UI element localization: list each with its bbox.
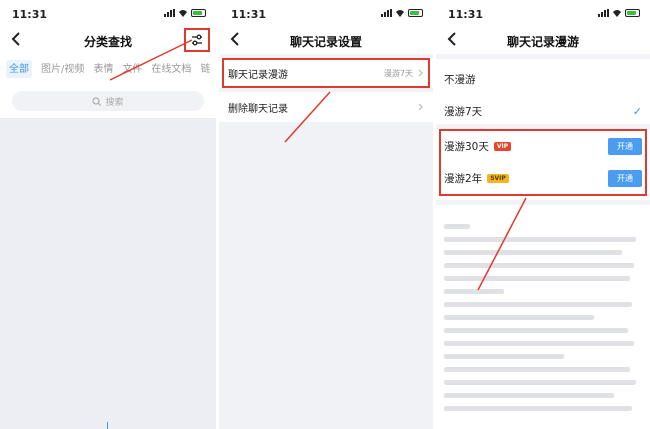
tab-files[interactable]: 文件: [122, 60, 142, 78]
search-icon: [92, 96, 102, 106]
signal-icon: [164, 9, 175, 17]
tab-images-videos[interactable]: 图片/视频: [41, 60, 84, 78]
page-title: 聊天记录漫游: [506, 35, 579, 49]
nav-bar: 聊天记录漫游: [436, 26, 650, 54]
wifi-icon: [179, 10, 187, 17]
tab-stickers[interactable]: 表情: [93, 60, 113, 78]
chat-roaming-screen: 11:31 聊天记录漫游 不漫游 漫游7天 ✓ 漫游30天 VIP 开通 漫游2…: [436, 0, 650, 429]
tab-all[interactable]: 全部: [6, 60, 32, 78]
option-label: 不漫游: [444, 73, 476, 86]
filter-settings-button[interactable]: [184, 28, 210, 52]
status-time: 11:31: [12, 8, 48, 21]
status-time: 11:31: [448, 8, 484, 21]
status-time: 11:31: [231, 8, 267, 21]
category-tabs: 全部 图片/视频 表情 文件 在线文档 链: [6, 60, 216, 78]
category-search-screen: 11:31 分类查找 全部 图片/视频 表情 文件 在线文档 链 搜索: [0, 0, 216, 429]
blurred-notes-text: [444, 224, 636, 411]
results-area: [0, 118, 216, 429]
sliders-icon: [192, 34, 202, 46]
status-bar: 11:31: [436, 0, 650, 26]
delete-chat-history-row[interactable]: 删除聊天记录: [219, 92, 433, 122]
search-placeholder: 搜索: [105, 97, 124, 108]
checkmark-icon: ✓: [632, 104, 642, 118]
explanation-notes: [444, 220, 642, 425]
status-bar: 11:31: [219, 0, 433, 26]
option-no-roaming[interactable]: 不漫游: [436, 64, 650, 94]
status-bar: 11:31: [0, 0, 216, 26]
battery-icon: [408, 9, 423, 17]
wifi-icon: [613, 10, 621, 17]
delete-chat-history-label: 删除聊天记录: [228, 103, 288, 115]
tab-links[interactable]: 链: [200, 60, 210, 78]
tab-online-docs[interactable]: 在线文档: [151, 60, 191, 78]
battery-icon: [191, 9, 206, 17]
search-input[interactable]: 搜索: [12, 91, 204, 111]
chat-settings-screen: 11:31 聊天记录设置 聊天记录漫游 漫游7天 删除聊天记录: [219, 0, 433, 429]
option-label: 漫游7天: [444, 105, 483, 118]
battery-icon: [625, 9, 640, 17]
option-roam-7-days[interactable]: 漫游7天 ✓: [436, 96, 650, 126]
signal-icon: [381, 9, 392, 17]
highlight-box: [222, 58, 430, 88]
scroll-indicator: [107, 422, 108, 429]
nav-bar: 聊天记录设置: [219, 26, 433, 54]
chevron-right-icon: [418, 103, 423, 111]
highlight-box: [439, 129, 647, 196]
wifi-icon: [396, 10, 404, 17]
signal-icon: [598, 9, 609, 17]
page-title: 聊天记录设置: [289, 35, 362, 49]
